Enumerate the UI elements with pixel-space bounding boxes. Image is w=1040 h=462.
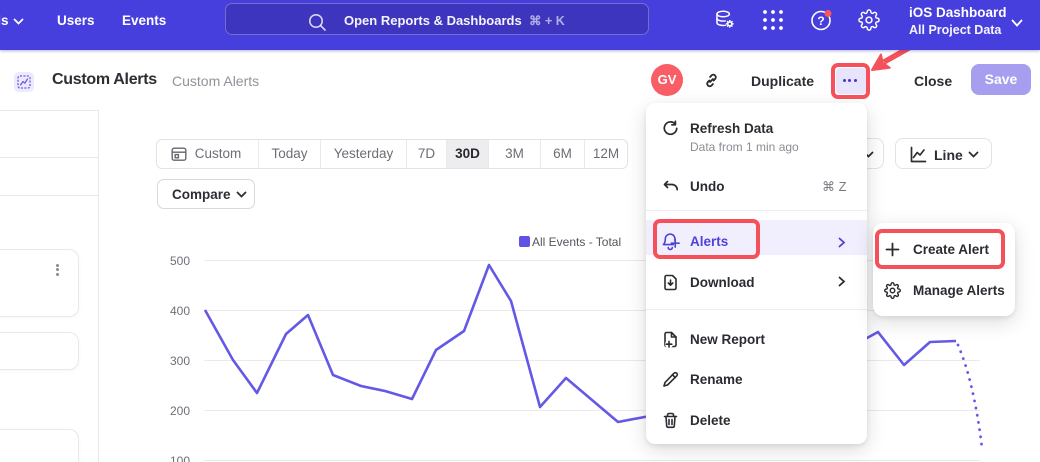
svg-text:?: ? — [817, 14, 824, 28]
